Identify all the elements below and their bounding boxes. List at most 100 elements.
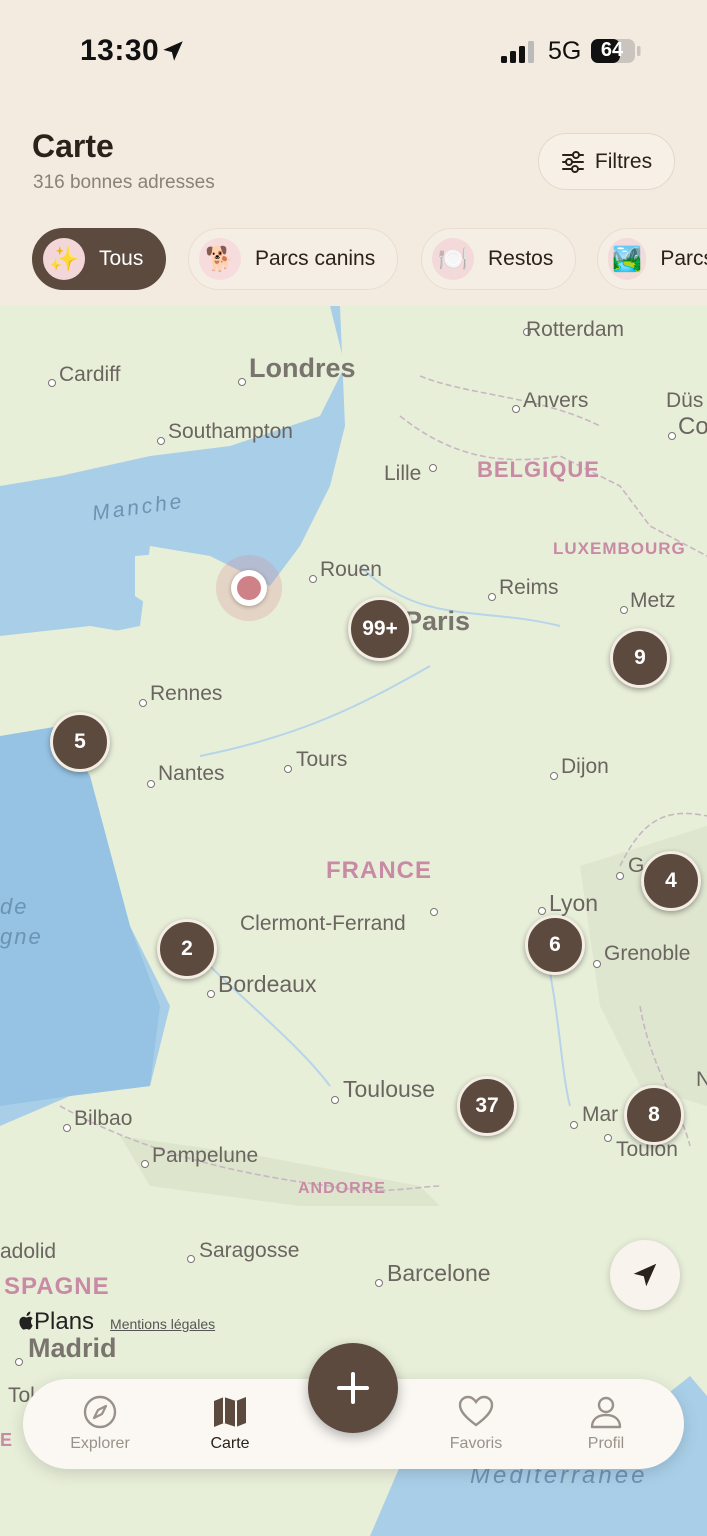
city-lyon: Lyon [549, 890, 599, 916]
locate-me-button[interactable] [610, 1240, 680, 1310]
chip-parcs[interactable]: 🏞️ Parcs [597, 228, 707, 290]
city-dot [430, 908, 438, 916]
status-bar: 13:30 5G 64 [0, 0, 707, 100]
cluster-marker[interactable]: 5 [50, 712, 110, 772]
plus-icon [337, 1372, 369, 1404]
city-nantes: Nantes [158, 762, 225, 785]
city-dot [139, 699, 147, 707]
city-cologne: Co [678, 413, 707, 440]
tab-favoris[interactable]: Favoris [421, 1393, 531, 1459]
city-dot [48, 379, 56, 387]
location-arrow-icon [633, 1263, 657, 1287]
country-france: FRANCE [326, 857, 432, 884]
city-dot [616, 872, 624, 880]
city-dot [207, 990, 215, 998]
tab-label: Profil [587, 1435, 625, 1452]
page-title: Carte [32, 128, 114, 164]
city-dot [604, 1134, 612, 1142]
map-icon [214, 1397, 246, 1427]
plate-icon: 🍽️ [432, 238, 474, 280]
tab-label: Explorer [70, 1435, 130, 1452]
cluster-marker[interactable]: 9 [610, 628, 670, 688]
city-metz: Metz [630, 589, 676, 612]
pin-core [237, 576, 261, 600]
chip-tous[interactable]: ✨ Tous [32, 228, 167, 290]
chip-label: Parcs [660, 247, 707, 270]
tab-profil[interactable]: Profil [551, 1393, 661, 1459]
heart-icon [458, 1395, 494, 1427]
tab-explorer[interactable]: Explorer [45, 1393, 155, 1459]
city-pampelune: Pampelune [152, 1144, 259, 1167]
city-valladolid: adolid [0, 1240, 57, 1263]
city-dot [570, 1121, 578, 1129]
city-tours: Tours [296, 748, 348, 771]
city-barcelone: Barcelone [387, 1260, 491, 1286]
sparkles-icon: ✨ [43, 238, 85, 280]
city-bilbao: Bilbao [74, 1107, 133, 1130]
city-clermont: Clermont-Ferrand [240, 912, 406, 935]
cluster-marker[interactable]: 37 [457, 1076, 517, 1136]
status-time: 13:30 [80, 34, 160, 67]
cluster-marker[interactable]: 6 [525, 915, 585, 975]
chip-label: Tous [99, 247, 144, 270]
plans-label: Plans [34, 1308, 95, 1335]
city-dot [512, 405, 520, 413]
city-grenoble: Grenoble [604, 942, 691, 965]
city-bordeaux: Bordeaux [218, 971, 317, 997]
country-luxembourg: LUXEMBOURG [553, 539, 686, 558]
city-dijon: Dijon [561, 755, 609, 778]
category-chips: ✨ Tous 🐕 Parcs canins 🍽️ Restos 🏞️ Parcs [0, 228, 707, 292]
sliders-icon [561, 150, 584, 173]
cluster-marker[interactable]: 4 [641, 851, 701, 911]
chip-parcs-canins[interactable]: 🐕 Parcs canins [188, 228, 399, 290]
city-rennes: Rennes [150, 682, 223, 705]
signal-icon [501, 41, 534, 63]
country-belgique: BELGIQUE [477, 457, 600, 482]
city-nice: N [696, 1068, 707, 1091]
person-icon [590, 1396, 622, 1429]
country-andorre: ANDORRE [298, 1180, 386, 1197]
pin-ring [231, 570, 267, 606]
address-count: 316 bonnes adresses [33, 172, 215, 193]
city-dot [331, 1096, 339, 1104]
city-dot [309, 575, 317, 583]
city-dot [15, 1358, 23, 1366]
city-dot [375, 1279, 383, 1287]
city-dot [63, 1124, 71, 1132]
filters-label: Filtres [594, 149, 653, 173]
city-dot [157, 437, 165, 445]
map-attribution: Plans Mentions légales [18, 1308, 215, 1336]
chip-restos[interactable]: 🍽️ Restos [421, 228, 577, 290]
city-dot [488, 593, 496, 601]
city-dot [550, 772, 558, 780]
sea-golfe-2: gne [0, 924, 43, 949]
filters-button[interactable]: Filtres [538, 133, 675, 190]
network-type: 5G [548, 37, 582, 65]
city-cardiff: Cardiff [59, 363, 121, 386]
city-southampton: Southampton [168, 420, 293, 443]
city-saragosse: Saragosse [199, 1239, 300, 1262]
add-place-button[interactable] [308, 1343, 398, 1433]
city-dot [141, 1160, 149, 1168]
current-location-pin[interactable] [216, 555, 282, 621]
city-dot [538, 907, 546, 915]
city-marseille: Mar [582, 1103, 619, 1126]
country-espagne: SPAGNE [4, 1273, 110, 1300]
legal-link[interactable]: Mentions légales [110, 1316, 215, 1332]
city-dot [668, 432, 676, 440]
tab-label: Carte [210, 1435, 250, 1452]
tab-carte[interactable]: Carte [175, 1393, 285, 1459]
apple-icon [19, 1311, 33, 1330]
city-dot [187, 1255, 195, 1263]
landscape-icon: 🏞️ [608, 238, 647, 280]
tab-label: Favoris [449, 1435, 503, 1452]
battery-level: 64 [600, 39, 624, 61]
city-reims: Reims [499, 576, 559, 599]
city-anvers: Anvers [523, 389, 589, 412]
cluster-marker[interactable]: 2 [157, 919, 217, 979]
cluster-marker[interactable]: 8 [624, 1085, 684, 1145]
chip-label: Parcs canins [255, 247, 376, 270]
city-dot [620, 606, 628, 614]
city-londres: Londres [249, 353, 356, 383]
cluster-marker[interactable]: 99+ [348, 597, 412, 661]
